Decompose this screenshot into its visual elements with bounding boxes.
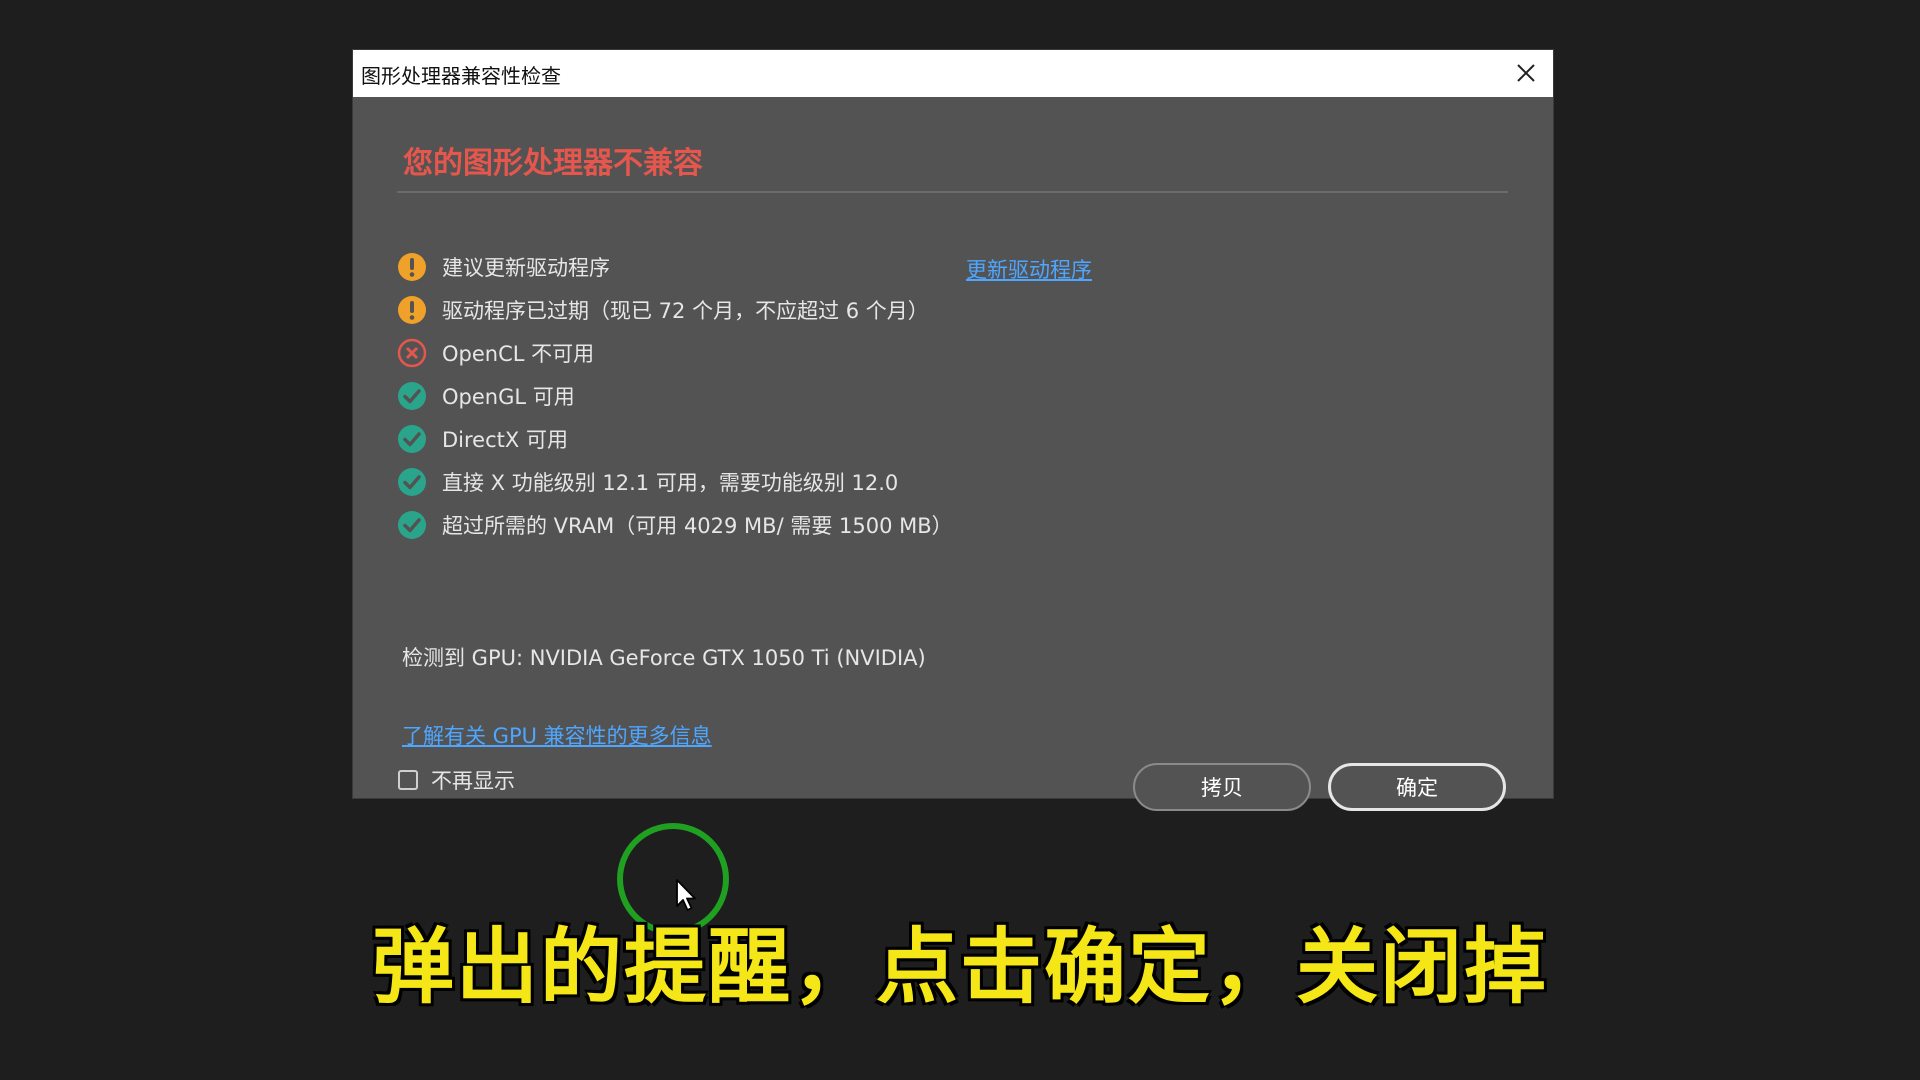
check-item: 直接 X 功能级别 12.1 可用，需要功能级别 12.0 xyxy=(397,460,1497,503)
check-item: OpenGL 可用 xyxy=(397,374,1497,417)
check-icon xyxy=(398,424,426,453)
update-driver-link[interactable]: 更新驱动程序 xyxy=(966,254,1092,284)
screen: 图形处理器兼容性检查 您的图形处理器不兼容 建议更新驱动程序 更新驱动程序 驱动… xyxy=(0,0,1920,1080)
dialog-titlebar: 图形处理器兼容性检查 xyxy=(353,50,1553,97)
gpu-compatibility-dialog: 图形处理器兼容性检查 您的图形处理器不兼容 建议更新驱动程序 更新驱动程序 驱动… xyxy=(353,50,1553,811)
video-subtitle: 弹出的提醒，点击确定，关闭掉 xyxy=(371,920,1548,1015)
check-icon xyxy=(398,467,426,496)
check-icon xyxy=(398,381,426,410)
check-item: 超过所需的 VRAM（可用 4029 MB/ 需要 1500 MB） xyxy=(397,503,1497,546)
ok-button[interactable]: 确定 xyxy=(1328,763,1506,811)
check-item: 驱动程序已过期（现已 72 个月，不应超过 6 个月） xyxy=(397,288,1497,331)
check-item-text: OpenGL 可用 xyxy=(442,384,575,409)
incompatible-heading: 您的图形处理器不兼容 xyxy=(403,146,703,181)
check-icon xyxy=(398,510,426,539)
check-item-text: 建议更新驱动程序 xyxy=(442,255,610,280)
close-icon xyxy=(1517,64,1535,82)
dialog-title: 图形处理器兼容性检查 xyxy=(361,64,561,88)
warning-icon xyxy=(398,252,426,281)
check-item: OpenCL 不可用 xyxy=(397,331,1497,374)
check-item-text: DirectX 可用 xyxy=(442,427,568,452)
check-list: 建议更新驱动程序 更新驱动程序 驱动程序已过期（现已 72 个月，不应超过 6 … xyxy=(397,245,1497,546)
check-item: 建议更新驱动程序 更新驱动程序 xyxy=(397,245,1497,288)
close-button[interactable] xyxy=(1509,56,1543,90)
check-item-text: 直接 X 功能级别 12.1 可用，需要功能级别 12.0 xyxy=(442,470,899,495)
heading-divider xyxy=(397,191,1508,193)
detected-gpu-text: 检测到 GPU: NVIDIA GeForce GTX 1050 Ti (NVI… xyxy=(402,646,926,670)
warning-icon xyxy=(398,295,426,324)
dont-show-again: 不再显示 xyxy=(398,765,515,795)
dont-show-label[interactable]: 不再显示 xyxy=(431,765,515,795)
copy-button[interactable]: 拷贝 xyxy=(1133,763,1311,811)
check-item-text: 超过所需的 VRAM（可用 4029 MB/ 需要 1500 MB） xyxy=(442,513,953,538)
check-item-text: 驱动程序已过期（现已 72 个月，不应超过 6 个月） xyxy=(442,298,929,323)
check-item: DirectX 可用 xyxy=(397,417,1497,460)
gpu-more-info-link[interactable]: 了解有关 GPU 兼容性的更多信息 xyxy=(402,720,712,750)
dont-show-checkbox[interactable] xyxy=(398,770,418,790)
error-icon xyxy=(397,338,427,367)
check-item-text: OpenCL 不可用 xyxy=(442,341,595,366)
